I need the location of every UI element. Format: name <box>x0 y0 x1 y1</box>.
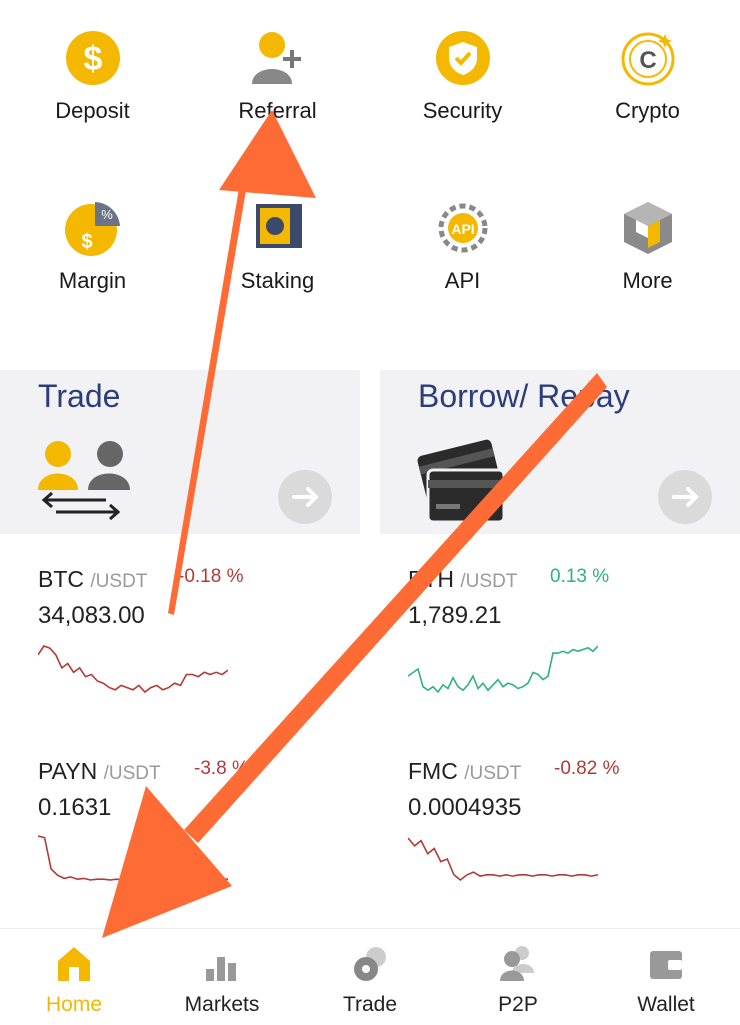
ticker-change: -0.18 % <box>178 566 244 587</box>
svg-text:API: API <box>451 221 474 237</box>
ticker-price: 0.0004935 <box>408 794 522 821</box>
ticker-pair: BTC /USDT <box>38 566 147 593</box>
ticker-pair: ETH /USDT <box>408 566 517 593</box>
ticker-change: 0.13 % <box>550 566 610 587</box>
ticker-price: 0.1631 <box>38 794 112 821</box>
shortcut-staking[interactable]: Staking <box>185 198 370 294</box>
nav-label: Wallet <box>637 993 695 1016</box>
staking-icon <box>255 204 302 248</box>
ticker-base: ETH <box>408 566 454 592</box>
shortcut-deposit[interactable]: $ Deposit <box>0 28 185 124</box>
dollar-coin-icon: $ <box>65 31 120 85</box>
ticker-quote: /USDT <box>460 571 518 592</box>
bar-chart-icon <box>206 957 236 981</box>
ticker-sparkline <box>38 835 228 881</box>
arrow-right-icon <box>292 487 319 507</box>
trade-card[interactable]: Trade <box>0 370 360 534</box>
nav-trade[interactable]: Trade <box>296 929 444 1025</box>
shortcut-more[interactable]: More <box>555 198 740 294</box>
svg-text:$: $ <box>83 40 102 78</box>
bottom-nav: Home Markets Trade P2P Wallet <box>0 928 740 1025</box>
api-gear-icon: API <box>438 203 487 253</box>
ticker-sparkline <box>38 645 228 694</box>
ticker-change: -0.82 % <box>554 758 620 779</box>
shortcut-label: Referral <box>238 98 317 123</box>
shortcut-label: Margin <box>58 268 127 293</box>
ticker-quote: /USDT <box>464 763 522 784</box>
arrow-right-icon <box>672 487 699 507</box>
coins-icon <box>354 947 386 981</box>
crypto-coin-icon: C <box>621 32 674 86</box>
shortcut-api[interactable]: API API <box>370 198 555 294</box>
shortcut-margin[interactable]: % $ Margin <box>0 198 185 294</box>
ticker-pair: FMC /USDT <box>408 758 521 785</box>
add-user-icon <box>251 32 301 84</box>
traders-exchange-icon <box>38 441 130 521</box>
shield-check-icon <box>435 31 490 85</box>
shortcut-label: API <box>444 268 481 293</box>
svg-text:%: % <box>101 207 113 222</box>
ticker-change: -3.8 % <box>194 758 249 779</box>
shortcut-label: Security <box>422 98 503 123</box>
ticker-eth[interactable]: ETH /USDT 0.13 % 1,789.21 <box>370 548 740 728</box>
ticker-fmc[interactable]: FMC /USDT -0.82 % 0.0004935 <box>370 740 740 920</box>
wallet-icon <box>650 951 682 979</box>
ticker-quote: /USDT <box>103 763 161 784</box>
sparkline-path <box>38 835 228 881</box>
ticker-sparkline <box>408 645 598 694</box>
shortcut-label: Deposit <box>55 98 130 123</box>
home-icon <box>58 947 90 981</box>
sparkline-path <box>38 645 228 694</box>
ticker-payn[interactable]: PAYN /USDT -3.8 % 0.1631 <box>0 740 370 920</box>
ticker-btc[interactable]: BTC /USDT -0.18 % 34,083.00 <box>0 548 370 728</box>
borrow-card-arrow-button[interactable] <box>658 470 712 524</box>
svg-text:C: C <box>639 47 656 74</box>
margin-pie-icon: % $ <box>64 202 120 256</box>
ticker-base: FMC <box>408 758 458 784</box>
cubes-icon <box>623 202 672 254</box>
ticker-quote: /USDT <box>90 571 148 592</box>
nav-markets[interactable]: Markets <box>148 929 296 1025</box>
shortcut-label: Crypto <box>615 98 680 123</box>
users-icon <box>500 946 534 981</box>
nav-p2p[interactable]: P2P <box>444 929 592 1025</box>
shortcut-security[interactable]: Security <box>370 28 555 124</box>
sparkline-path <box>408 837 598 882</box>
nav-label: Markets <box>184 993 260 1016</box>
nav-wallet[interactable]: Wallet <box>592 929 740 1025</box>
borrow-card-title: Borrow/ Repay <box>418 378 630 414</box>
ticker-sparkline <box>408 837 598 882</box>
nav-label: P2P <box>498 993 538 1016</box>
nav-label: Home <box>45 993 103 1016</box>
credit-cards-icon <box>417 439 506 524</box>
shortcut-referral[interactable]: Referral <box>185 28 370 124</box>
nav-label: Trade <box>342 993 398 1016</box>
shortcut-crypto[interactable]: C Crypto <box>555 28 740 124</box>
svg-text:$: $ <box>81 231 92 253</box>
ticker-base: BTC <box>38 566 84 592</box>
trade-card-arrow-button[interactable] <box>278 470 332 524</box>
ticker-price: 34,083.00 <box>38 602 145 629</box>
shortcut-label: Staking <box>240 268 315 293</box>
ticker-price: 1,789.21 <box>408 602 502 629</box>
nav-home[interactable]: Home <box>0 929 148 1025</box>
ticker-base: PAYN <box>38 758 98 784</box>
sparkline-path <box>408 645 598 694</box>
trade-card-title: Trade <box>38 378 121 414</box>
annotation-arrow-referral <box>168 110 316 615</box>
ticker-pair: PAYN /USDT <box>38 758 161 785</box>
borrow-repay-card[interactable]: Borrow/ Repay <box>380 370 740 534</box>
shortcut-label: More <box>622 268 673 293</box>
